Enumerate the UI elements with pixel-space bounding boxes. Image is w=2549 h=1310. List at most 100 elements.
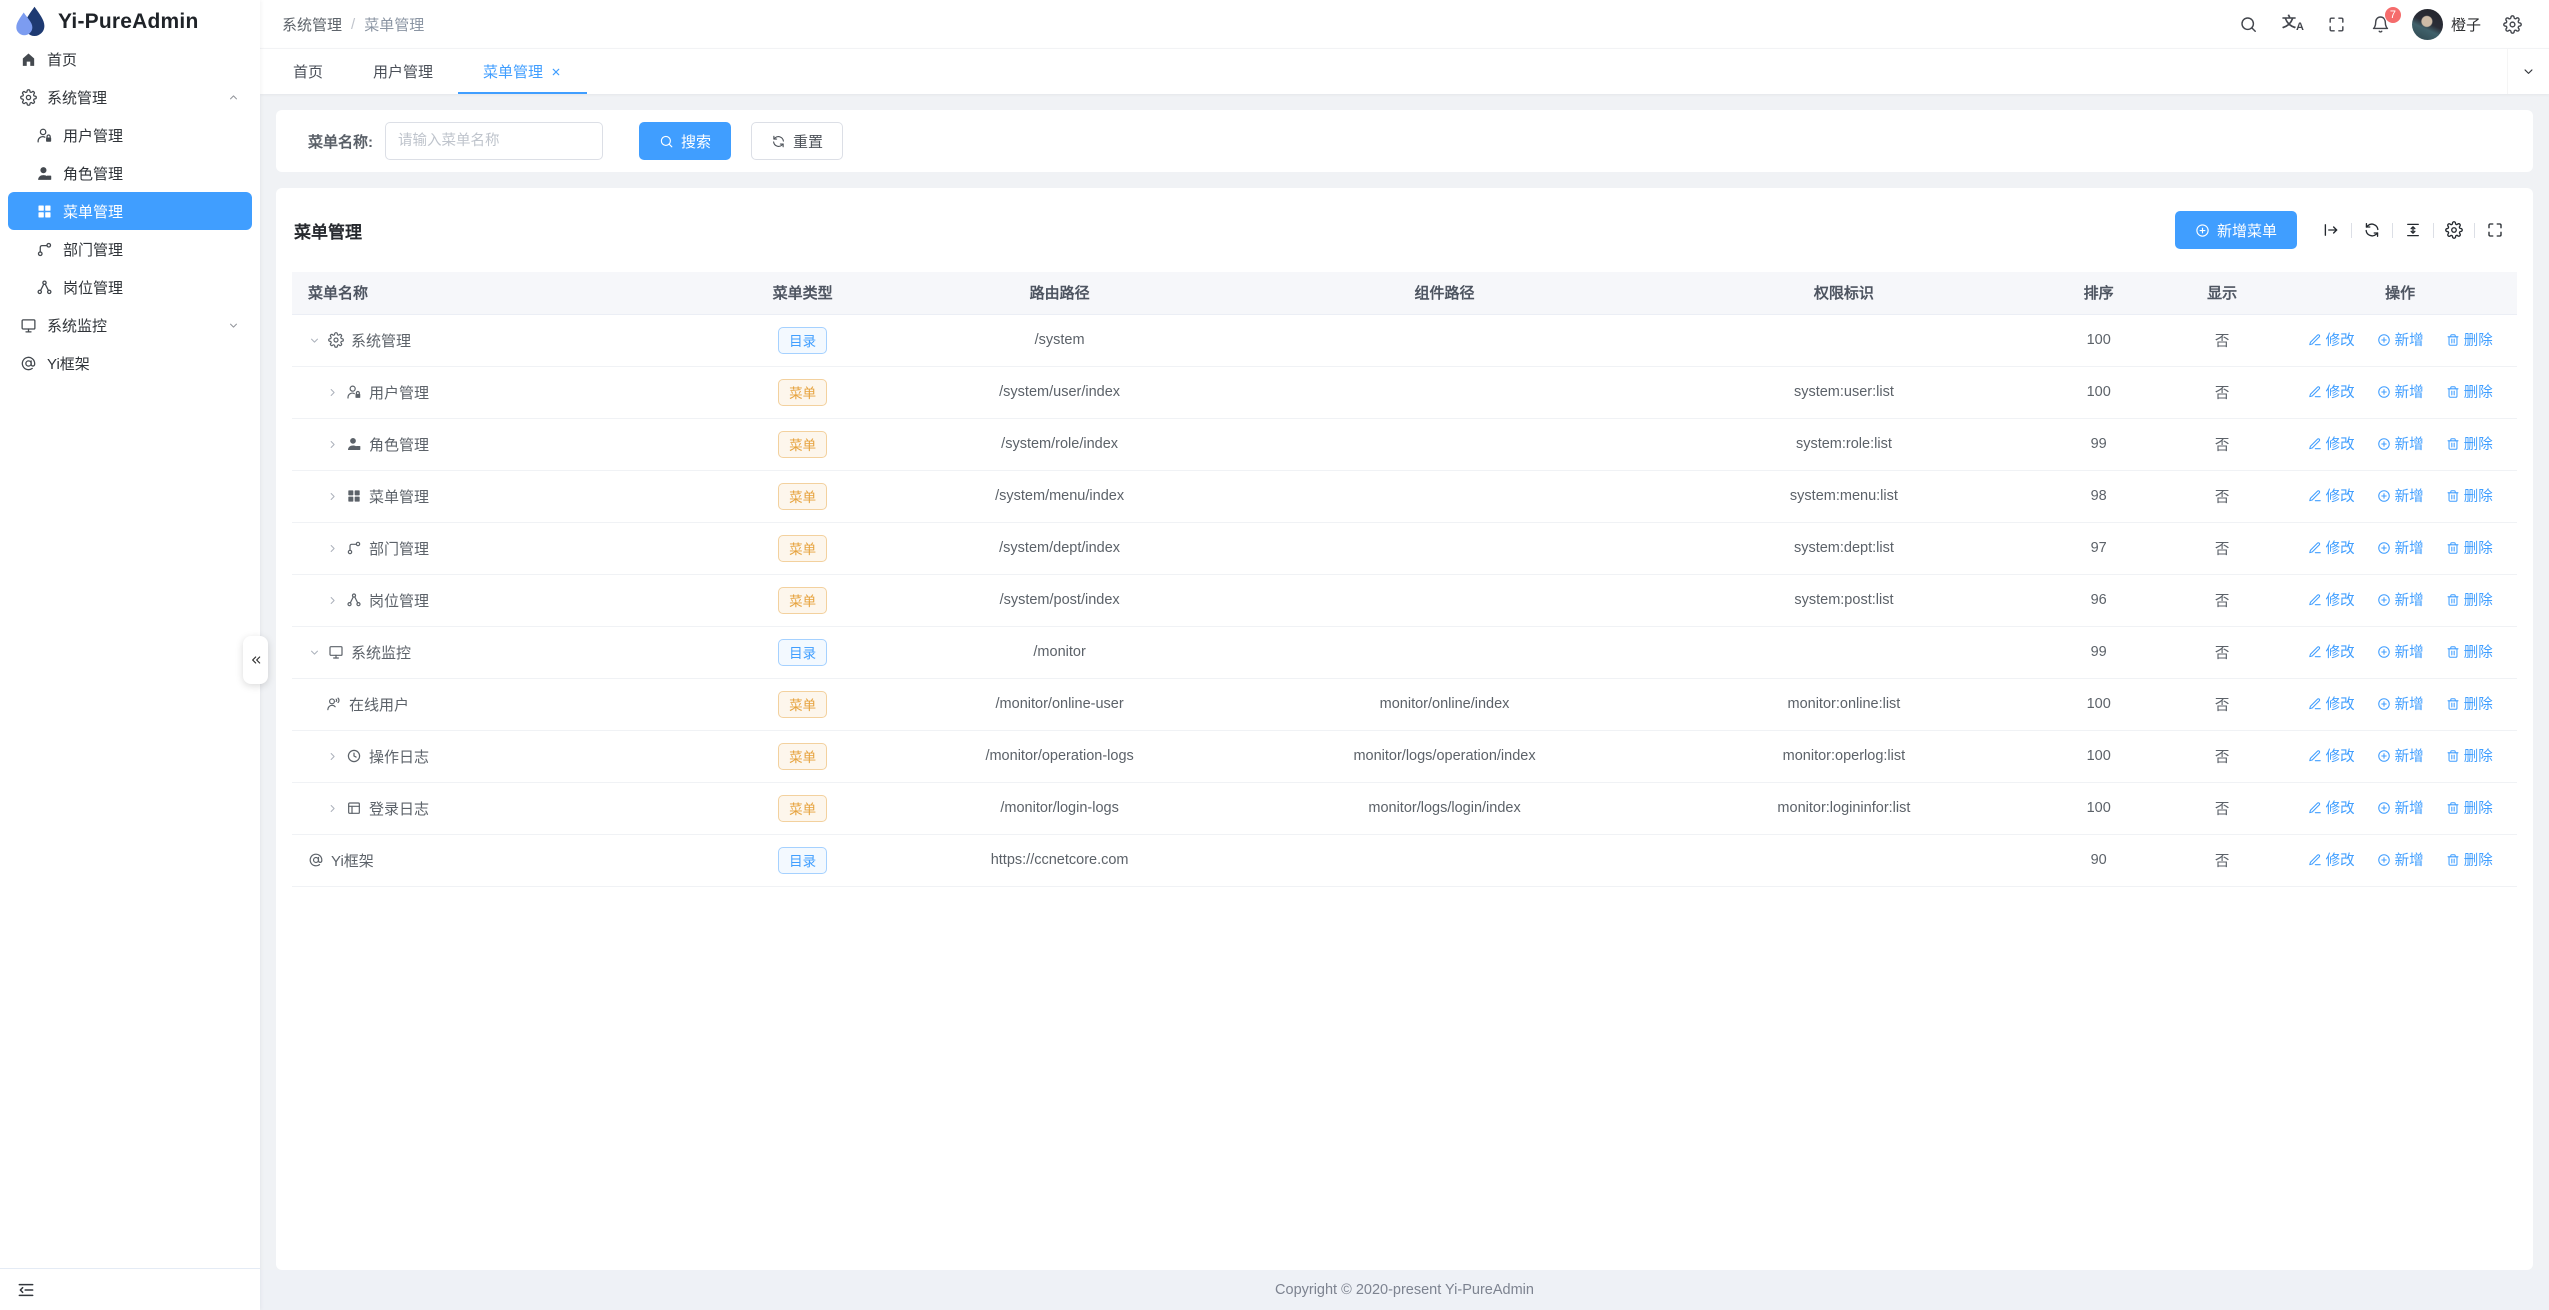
chevron-right-icon[interactable] — [326, 490, 339, 503]
edit-link[interactable]: 修改 — [2308, 381, 2355, 402]
search-button[interactable]: 搜索 — [639, 122, 731, 160]
component-path — [1238, 834, 1652, 886]
chevron-right-icon[interactable] — [326, 802, 339, 815]
tab-bar: 首页 用户管理 菜单管理 — [260, 48, 2549, 94]
add-link[interactable]: 新增 — [2377, 641, 2424, 662]
component-path — [1238, 314, 1652, 366]
reset-button[interactable]: 重置 — [751, 122, 843, 160]
trash-icon — [2446, 333, 2460, 347]
delete-link[interactable]: 删除 — [2446, 849, 2493, 870]
sidebar-menu: 首页 系统管理 用户管理 角色管理 菜单管理 部门管理 岗位管理 系统监控 Yi — [0, 40, 260, 1268]
edit-link[interactable]: 修改 — [2308, 641, 2355, 662]
edit-link[interactable]: 修改 — [2308, 797, 2355, 818]
component-path: monitor/logs/operation/index — [1238, 730, 1652, 782]
online-icon — [326, 696, 342, 712]
trash-icon — [2446, 489, 2460, 503]
sidebar-item-post[interactable]: 岗位管理 — [8, 268, 252, 306]
user-menu[interactable]: 橙子 — [2406, 9, 2487, 40]
search-button[interactable] — [2230, 4, 2268, 44]
sidebar-item-menu[interactable]: 菜单管理 — [8, 192, 252, 230]
delete-link[interactable]: 删除 — [2446, 485, 2493, 506]
notification-button[interactable]: 7 — [2362, 4, 2400, 44]
tab-menu[interactable]: 菜单管理 — [458, 49, 587, 94]
breadcrumb-item[interactable]: 系统管理 — [282, 14, 342, 35]
sidebar-collapse-handle[interactable] — [243, 636, 268, 684]
add-menu-button[interactable]: 新增菜单 — [2175, 211, 2297, 249]
edit-link[interactable]: 修改 — [2308, 537, 2355, 558]
add-link[interactable]: 新增 — [2377, 745, 2424, 766]
menu-fold-icon[interactable] — [16, 1280, 36, 1300]
menu-type-tag: 菜单 — [778, 587, 827, 614]
menu-name: Yi框架 — [331, 850, 374, 871]
delete-link[interactable]: 删除 — [2446, 329, 2493, 350]
add-link[interactable]: 新增 — [2377, 693, 2424, 714]
chevron-down-icon[interactable] — [308, 646, 321, 659]
delete-link[interactable]: 删除 — [2446, 537, 2493, 558]
chevron-right-icon[interactable] — [326, 542, 339, 555]
translate-button[interactable]: 文A — [2274, 4, 2312, 44]
delete-link[interactable]: 删除 — [2446, 693, 2493, 714]
delete-link[interactable]: 删除 — [2446, 433, 2493, 454]
edit-link[interactable]: 修改 — [2308, 329, 2355, 350]
tab-user[interactable]: 用户管理 — [348, 49, 458, 94]
component-path — [1238, 470, 1652, 522]
add-link[interactable]: 新增 — [2377, 589, 2424, 610]
refresh-button[interactable] — [2352, 210, 2392, 250]
add-link[interactable]: 新增 — [2377, 381, 2424, 402]
logo[interactable]: Yi-PureAdmin — [0, 0, 260, 40]
permission-key: system:dept:list — [1651, 522, 2036, 574]
edit-link-label: 修改 — [2326, 589, 2355, 610]
sidebar-item-yi-frame[interactable]: Yi框架 — [8, 344, 252, 382]
fullscreen-button[interactable] — [2318, 4, 2356, 44]
edit-link[interactable]: 修改 — [2308, 745, 2355, 766]
menu-type-tag: 菜单 — [778, 379, 827, 406]
add-link[interactable]: 新增 — [2377, 797, 2424, 818]
table-row: Yi框架 目录 https://ccnetcore.com 90 否 修改 新增… — [292, 834, 2517, 886]
edit-link-label: 修改 — [2326, 693, 2355, 714]
tab-home[interactable]: 首页 — [268, 49, 348, 94]
add-link[interactable]: 新增 — [2377, 849, 2424, 870]
add-link[interactable]: 新增 — [2377, 485, 2424, 506]
role-icon — [346, 436, 362, 452]
delete-link[interactable]: 删除 — [2446, 641, 2493, 662]
close-icon[interactable] — [550, 66, 562, 78]
edit-link[interactable]: 修改 — [2308, 849, 2355, 870]
delete-link[interactable]: 删除 — [2446, 589, 2493, 610]
edit-link[interactable]: 修改 — [2308, 589, 2355, 610]
delete-link[interactable]: 删除 — [2446, 797, 2493, 818]
tabs-dropdown-button[interactable] — [2507, 49, 2549, 94]
logo-title: Yi-PureAdmin — [58, 10, 198, 34]
menu-name-input[interactable] — [385, 122, 603, 160]
sidebar-item-monitor[interactable]: 系统监控 — [8, 306, 252, 344]
fullscreen-button[interactable] — [2475, 210, 2515, 250]
sidebar-item-user[interactable]: 用户管理 — [8, 116, 252, 154]
add-link[interactable]: 新增 — [2377, 433, 2424, 454]
edit-link-label: 修改 — [2326, 485, 2355, 506]
delete-link[interactable]: 删除 — [2446, 381, 2493, 402]
chevron-right-icon[interactable] — [326, 438, 339, 451]
add-link[interactable]: 新增 — [2377, 537, 2424, 558]
delete-link[interactable]: 删除 — [2446, 745, 2493, 766]
edit-link[interactable]: 修改 — [2308, 485, 2355, 506]
sidebar-item-system[interactable]: 系统管理 — [8, 78, 252, 116]
chevron-right-icon[interactable] — [326, 594, 339, 607]
gear-icon — [20, 89, 37, 106]
edit-link[interactable]: 修改 — [2308, 693, 2355, 714]
settings-gear-icon[interactable] — [2493, 4, 2531, 44]
edit-icon — [2308, 697, 2322, 711]
chevron-down-icon[interactable] — [308, 334, 321, 347]
edit-link[interactable]: 修改 — [2308, 433, 2355, 454]
sidebar-item-dept[interactable]: 部门管理 — [8, 230, 252, 268]
chevron-right-icon[interactable] — [326, 750, 339, 763]
sidebar-item-role[interactable]: 角色管理 — [8, 154, 252, 192]
add-link[interactable]: 新增 — [2377, 329, 2424, 350]
trash-icon — [2446, 645, 2460, 659]
plus-icon — [2377, 593, 2391, 607]
column-setting-button[interactable] — [2434, 210, 2474, 250]
chevron-right-icon[interactable] — [326, 386, 339, 399]
density-button[interactable] — [2393, 210, 2433, 250]
route-path: /system/role/index — [882, 418, 1238, 470]
footer: Copyright © 2020-present Yi-PureAdmin — [260, 1270, 2549, 1310]
expand-all-button[interactable] — [2311, 210, 2351, 250]
sidebar-item-home[interactable]: 首页 — [8, 40, 252, 78]
